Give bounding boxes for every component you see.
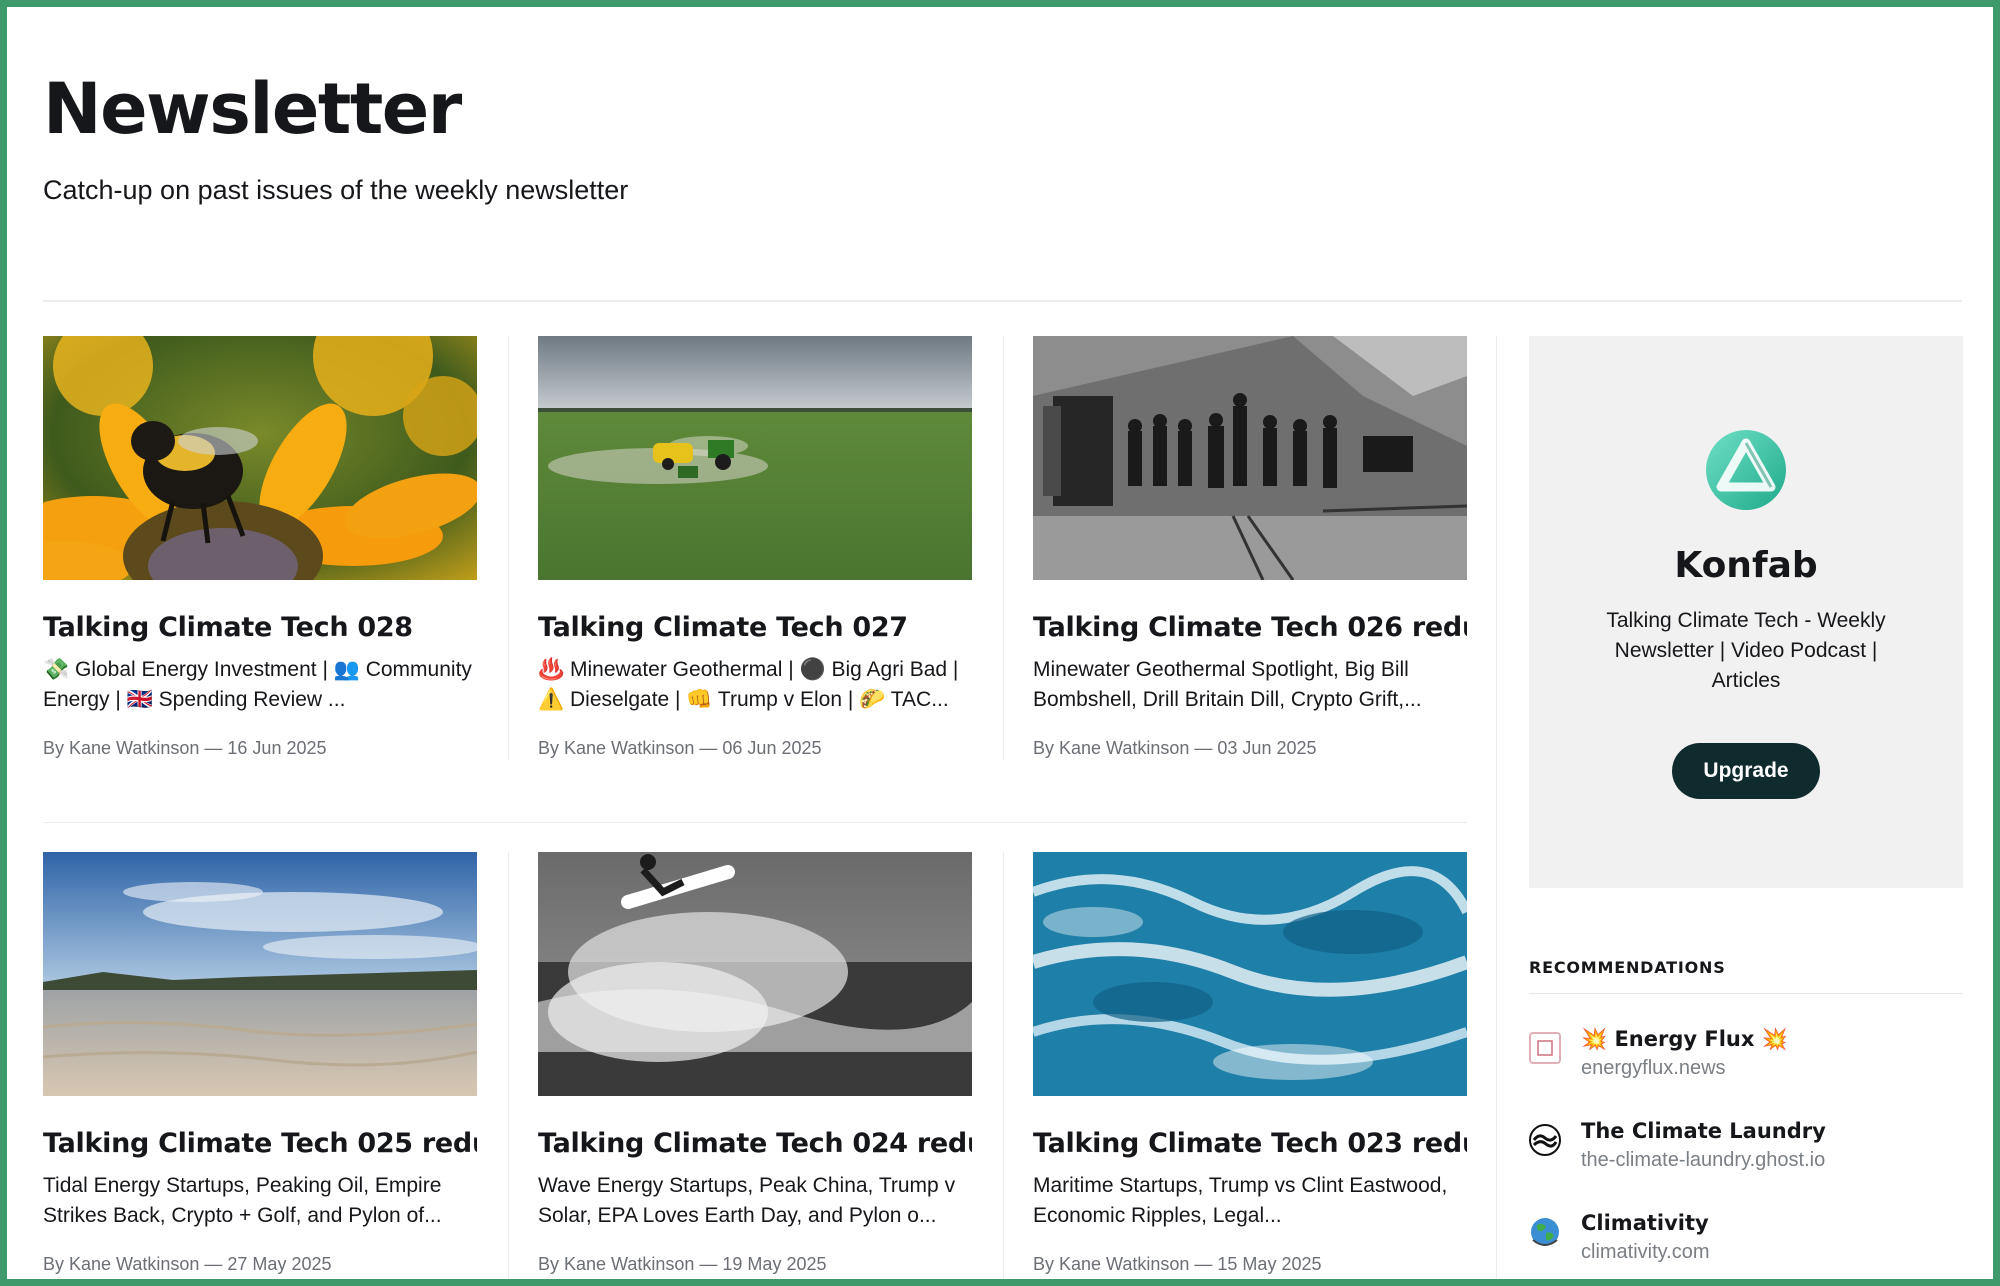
recommendations-heading: RECOMMENDATIONS [1529,958,1963,994]
miners-photo-image[interactable] [1033,336,1467,580]
row-divider [43,822,1467,823]
recommendation-title[interactable]: The Climate Laundry [1581,1118,1826,1144]
globe-icon [1531,1218,1559,1246]
upgrade-button[interactable]: Upgrade [1672,743,1820,799]
post-meta: By Kane Watkinson — 06 Jun 2025 [538,738,822,758]
sidebar: Konfab Talking Climate Tech - Weekly New… [1529,336,1963,1270]
header-divider [43,300,1962,302]
sunflower-bee-image[interactable] [43,336,477,580]
post-excerpt: Minewater Geothermal Spotlight, Big Bill… [1033,658,1422,711]
publication-description: Talking Climate Tech - Weekly Newsletter… [1606,609,1886,692]
post-meta: By Kane Watkinson — 16 Jun 2025 [43,738,327,758]
post-meta: By Kane Watkinson — 27 May 2025 [43,1254,332,1274]
recommendation-url: climativity.com [1581,1241,1710,1263]
post-card[interactable]: Talking Climate Tech 023 redux Maritime … [1033,852,1467,1275]
post-card[interactable]: Talking Climate Tech 028 💸 Global Energy… [43,336,477,759]
post-card[interactable]: Talking Climate Tech 026 redux Minewater… [1033,336,1467,759]
energy-flux-icon [1529,1032,1561,1064]
recommendation-item[interactable]: The Climate Laundry the-climate-laundry.… [1529,1118,1963,1178]
page: Newsletter Catch-up on past issues of th… [43,0,1963,1286]
post-meta: By Kane Watkinson — 03 Jun 2025 [1033,738,1317,758]
post-meta: By Kane Watkinson — 15 May 2025 [1033,1254,1322,1274]
tractor-field-image[interactable] [538,336,972,580]
post-card[interactable]: Talking Climate Tech 027 ♨️ Minewater Ge… [538,336,972,759]
post-meta: By Kane Watkinson — 19 May 2025 [538,1254,827,1274]
recommendation-url: the-climate-laundry.ghost.io [1581,1149,1826,1171]
column-divider [508,852,509,1286]
post-excerpt: 💸 Global Energy Investment | 👥 Community… [43,658,472,711]
column-divider [508,336,509,760]
konfab-logo-icon [1706,430,1786,510]
post-card[interactable]: Talking Climate Tech 025 redux Tidal Ene… [43,852,477,1275]
page-title: Newsletter [43,68,462,150]
post-excerpt: ♨️ Minewater Geothermal | ⚫ Big Agri Bad… [538,658,959,711]
page-subtitle: Catch-up on past issues of the weekly ne… [43,175,629,205]
recommendation-item[interactable]: Climativity climativity.com [1529,1210,1963,1270]
sidebar-divider [1496,336,1497,1286]
post-title[interactable]: Talking Climate Tech 027 [538,611,972,645]
page-header: Newsletter Catch-up on past issues of th… [43,66,1962,206]
recommendation-item[interactable]: 💥 Energy Flux 💥 energyflux.news [1529,1026,1963,1086]
post-card[interactable]: Talking Climate Tech 024 redux Wave Ener… [538,852,972,1275]
post-title[interactable]: Talking Climate Tech 025 redux [43,1127,477,1161]
post-title[interactable]: Talking Climate Tech 024 redux [538,1127,972,1161]
post-title[interactable]: Talking Climate Tech 026 redux [1033,611,1467,645]
post-title[interactable]: Talking Climate Tech 023 redux [1033,1127,1467,1161]
ocean-water-image[interactable] [1033,852,1467,1096]
climate-laundry-icon [1529,1124,1561,1156]
recommendation-title[interactable]: Climativity [1581,1210,1710,1236]
post-excerpt: Wave Energy Startups, Peak China, Trump … [538,1174,956,1227]
recommendation-url: energyflux.news [1581,1057,1726,1079]
publication-name: Konfab [1674,545,1818,586]
post-excerpt: Tidal Energy Startups, Peaking Oil, Empi… [43,1174,442,1227]
surfer-wave-image[interactable] [538,852,972,1096]
post-title[interactable]: Talking Climate Tech 028 [43,611,477,645]
recommendations: RECOMMENDATIONS 💥 Energy Flux 💥 energyfl… [1529,958,1963,1270]
recommendation-title[interactable]: 💥 Energy Flux 💥 [1581,1026,1788,1052]
post-excerpt: Maritime Startups, Trump vs Clint Eastwo… [1033,1174,1448,1227]
column-divider [1003,336,1004,760]
publication-card: Konfab Talking Climate Tech - Weekly New… [1529,336,1963,888]
column-divider [1003,852,1004,1286]
beach-image[interactable] [43,852,477,1096]
